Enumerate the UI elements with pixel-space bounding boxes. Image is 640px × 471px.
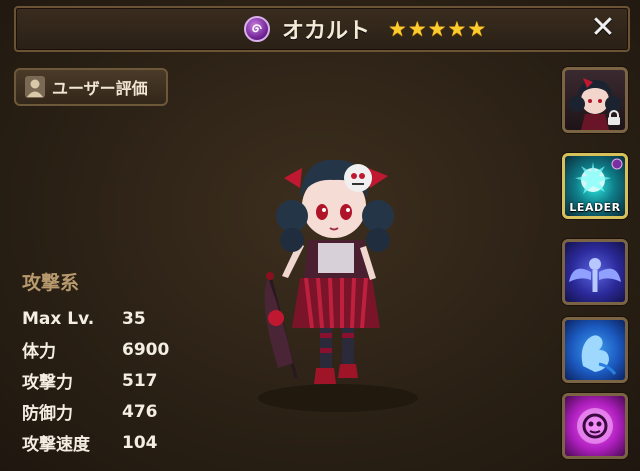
leader-skill-button[interactable]: LEADER: [562, 153, 628, 219]
stat-row: 攻撃速度 104: [22, 427, 169, 458]
wings-skill-icon: [569, 258, 621, 292]
stat-row: 攻撃力 517: [22, 365, 169, 396]
stat-row: Max Lv. 35: [22, 303, 169, 334]
close-button[interactable]: ✕: [588, 9, 618, 45]
stat-row: 防御力 476: [22, 396, 169, 427]
star-icon: ★: [447, 16, 467, 41]
umbrella-icon: [264, 272, 298, 379]
stat-label: 体力: [22, 342, 56, 362]
star-icon: ★: [467, 16, 487, 41]
stat-row: 体力 6900: [22, 334, 169, 365]
spiral-icon: [252, 24, 262, 33]
stat-value: 35: [122, 308, 146, 329]
stat-value: 476: [122, 401, 158, 422]
title-bar: オカルト ★ ★ ★ ★ ★ ✕: [14, 6, 630, 52]
user-review-label: ユーザー評価: [52, 79, 148, 98]
title-group: オカルト ★ ★ ★ ★ ★: [244, 8, 486, 50]
dark-element-icon: [244, 16, 270, 42]
stat-label: 攻撃力: [22, 373, 73, 393]
skill-button[interactable]: [562, 317, 628, 383]
skill-button[interactable]: [562, 393, 628, 459]
lock-icon: [608, 110, 620, 125]
stat-value: 6900: [122, 339, 170, 360]
hand-skill-icon: [581, 335, 617, 375]
stat-value: 517: [122, 370, 158, 391]
star-icon: ★: [427, 16, 447, 41]
monster-name: オカルト: [282, 19, 371, 44]
star-icon: ★: [407, 16, 427, 41]
stat-label: 防御力: [22, 404, 73, 424]
monster-type-label: 攻撃系: [22, 272, 80, 294]
awakened-portrait-button[interactable]: [562, 67, 628, 133]
leader-label: LEADER: [569, 201, 621, 214]
stat-label: 攻撃速度: [22, 435, 90, 455]
star-icon: ★: [388, 16, 407, 41]
skill-button[interactable]: [562, 239, 628, 305]
stat-label: Max Lv.: [22, 308, 95, 329]
stats-panel: 攻撃系 Max Lv. 35 体力 6900 攻撃力 517 防御力 476 攻…: [22, 268, 169, 458]
user-icon: [25, 76, 45, 98]
star-rating: ★ ★ ★ ★ ★: [388, 16, 487, 41]
close-icon: ✕: [590, 9, 616, 45]
curse-skill-icon: [577, 408, 613, 444]
user-review-button[interactable]: ユーザー評価: [14, 68, 168, 106]
monster-character-image: [258, 159, 418, 412]
stat-value: 104: [122, 432, 158, 453]
